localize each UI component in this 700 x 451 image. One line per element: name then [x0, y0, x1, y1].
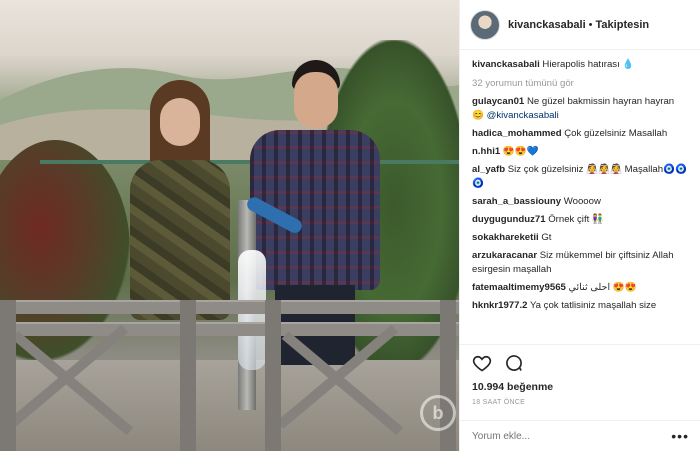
comment-username[interactable]: arzukaracanar — [472, 250, 537, 261]
caption-text: Hierapolis hatırası 💧 — [542, 59, 635, 70]
comment-item: duygugunduz71 Örnek çift 👫 — [472, 213, 688, 227]
heart-icon[interactable] — [472, 353, 492, 373]
caption-username[interactable]: kivanckasabali — [472, 59, 540, 70]
view-all-comments-link[interactable]: 32 yorumun tümünü gör — [472, 78, 688, 89]
fence-post — [265, 300, 281, 451]
comment-item: al_yafb Siz çok güzelsiniz 👰👰👰 Maşallah🧿… — [472, 163, 688, 191]
avatar[interactable] — [470, 9, 500, 40]
comment-username[interactable]: sokakhareketii — [472, 232, 539, 243]
comment-username[interactable]: n.hhi1 — [472, 146, 500, 157]
comment-username[interactable]: fatemaaltimemy9565 — [472, 282, 566, 293]
comment-item: hknkr1977.2 Ya çok tatlisiniz maşallah s… — [472, 299, 688, 313]
comment-username[interactable]: duygugunduz71 — [472, 214, 546, 225]
post-header: kivanckasabali • Takiptesin — [460, 0, 700, 50]
post-photo[interactable]: b — [0, 0, 459, 451]
likes-count[interactable]: 10.994 beğenme — [472, 381, 689, 393]
comment-input[interactable] — [472, 430, 642, 442]
post-time: 18 SAAT ÖNCE — [472, 399, 526, 406]
header-separator: • — [588, 18, 593, 31]
woman-figure — [120, 80, 240, 320]
wooden-fence — [0, 300, 459, 451]
caption: kivanckasabali Hierapolis hatırası 💧 — [472, 58, 688, 72]
comment-text: Siz çok güzelsiniz 👰👰👰 Maşallah🧿🧿🧿 — [472, 164, 687, 189]
comment-username[interactable]: hadica_mohammed — [472, 128, 562, 139]
comment-text: Çok güzelsiniz Masallah — [564, 128, 668, 139]
comment-text: احلى ثنائي 😍😍 — [568, 282, 637, 293]
comment-mention[interactable]: @kivanckasabali — [487, 110, 559, 121]
add-comment-bar: ••• — [460, 420, 700, 451]
comment-username[interactable]: sarah_a_bassiouny — [472, 196, 561, 207]
comment-icon[interactable] — [504, 353, 524, 373]
post-sidebar: kivanckasabali • Takiptesin kivanckasaba… — [459, 0, 700, 451]
comment-text: Örnek çift 👫 — [548, 214, 604, 225]
follow-status[interactable]: Takiptesin — [596, 19, 650, 31]
fence-post — [0, 300, 16, 451]
comment-username[interactable]: hknkr1977.2 — [472, 300, 527, 311]
comment-item: sarah_a_bassiouny Woooow — [472, 195, 688, 209]
comment-username[interactable]: gulaycan01 — [472, 96, 524, 107]
comment-item: sokakhareketii Gt — [472, 231, 688, 245]
post-actions: 10.994 beğenme 18 SAAT ÖNCE — [460, 344, 700, 406]
comment-username[interactable]: al_yafb — [472, 164, 505, 175]
comments-list[interactable]: kivanckasabali Hierapolis hatırası 💧 32 … — [460, 50, 700, 341]
header-username[interactable]: kivanckasabali — [508, 19, 586, 31]
comment-item: hadica_mohammed Çok güzelsiniz Masallah — [472, 127, 688, 141]
comment-item: gulaycan01 Ne güzel bakmissin hayran hay… — [472, 95, 688, 123]
comment-item: n.hhi1 😍😍💙 — [472, 145, 688, 159]
comment-item: arzukaracanar Siz mükemmel bir çiftsiniz… — [472, 249, 688, 277]
comment-text: Gt — [541, 232, 552, 243]
comment-text: Ya çok tatlisiniz maşallah size — [529, 300, 657, 311]
comment-item: fatemaaltimemy9565 احلى ثنائي 😍😍 — [472, 281, 688, 295]
comment-text: Woooow — [563, 196, 601, 207]
more-options-icon[interactable]: ••• — [671, 428, 689, 444]
watermark-logo: b — [420, 395, 456, 431]
comment-text: 😍😍💙 — [502, 146, 539, 157]
fence-post — [180, 300, 196, 451]
